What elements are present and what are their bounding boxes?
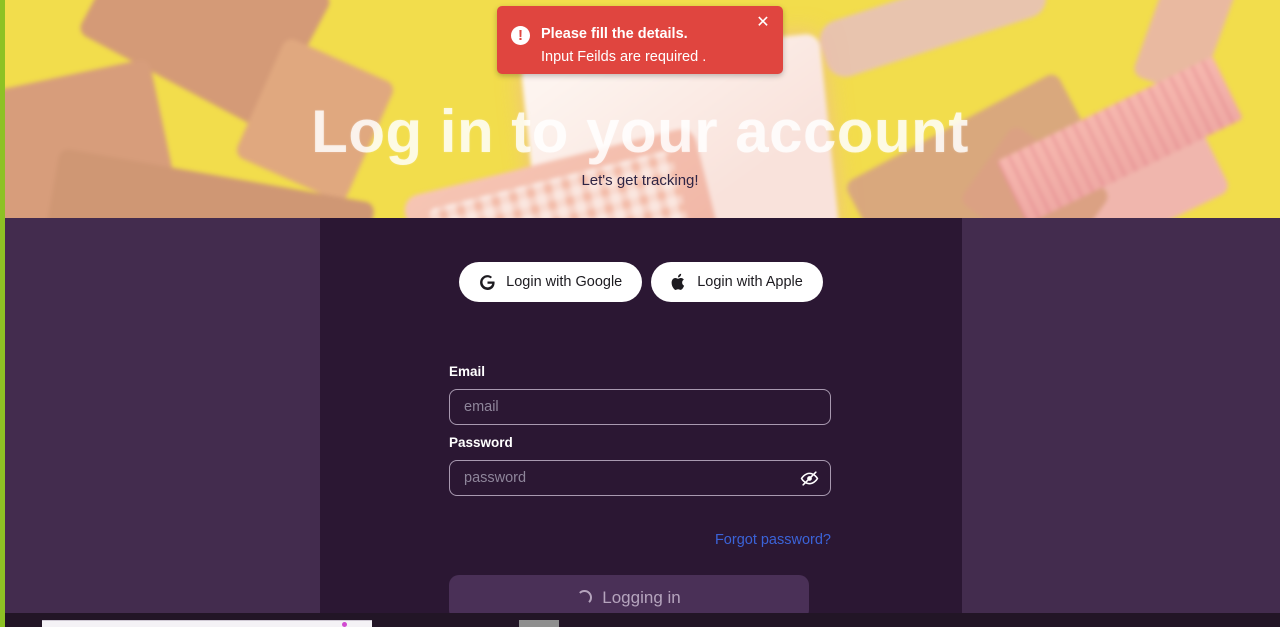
apple-icon xyxy=(671,273,687,291)
forgot-password-row: Forgot password? xyxy=(449,531,831,549)
bottom-light-panel xyxy=(42,620,372,627)
error-toast: ! Please fill the details. Input Feilds … xyxy=(497,6,783,74)
email-field-wrapper xyxy=(449,389,831,425)
toast-title: Please fill the details. xyxy=(541,26,688,42)
toast-message: Input Feilds are required . xyxy=(541,49,707,65)
login-with-apple-label: Login with Apple xyxy=(697,274,803,290)
email-input[interactable] xyxy=(449,389,831,425)
login-form: Email Password xyxy=(449,364,831,496)
left-accent-strip xyxy=(0,0,5,627)
forgot-password-link[interactable]: Forgot password? xyxy=(715,532,831,548)
login-with-google-button[interactable]: Login with Google xyxy=(459,262,643,302)
email-label: Email xyxy=(449,364,486,379)
close-icon[interactable]: ✕ xyxy=(752,12,774,34)
google-icon xyxy=(479,274,496,291)
bottom-indicator-dot xyxy=(342,622,347,627)
social-login-row: Login with Google Login with Apple xyxy=(320,262,962,302)
login-submit-label: Logging in xyxy=(602,587,681,607)
login-page: Log in to your account Let's get trackin… xyxy=(0,0,1280,627)
page-subtitle: Let's get tracking! xyxy=(581,172,699,189)
page-title: Log in to your account xyxy=(311,98,969,165)
login-with-google-label: Login with Google xyxy=(506,274,623,290)
bottom-taskbar-item[interactable] xyxy=(519,620,559,627)
loading-spinner-icon xyxy=(577,590,593,605)
login-with-apple-button[interactable]: Login with Apple xyxy=(651,262,823,302)
eye-off-icon[interactable] xyxy=(797,467,821,489)
password-field-wrapper xyxy=(449,460,831,496)
password-label: Password xyxy=(449,435,513,450)
alert-circle-icon: ! xyxy=(511,26,530,45)
password-input[interactable] xyxy=(449,460,831,496)
